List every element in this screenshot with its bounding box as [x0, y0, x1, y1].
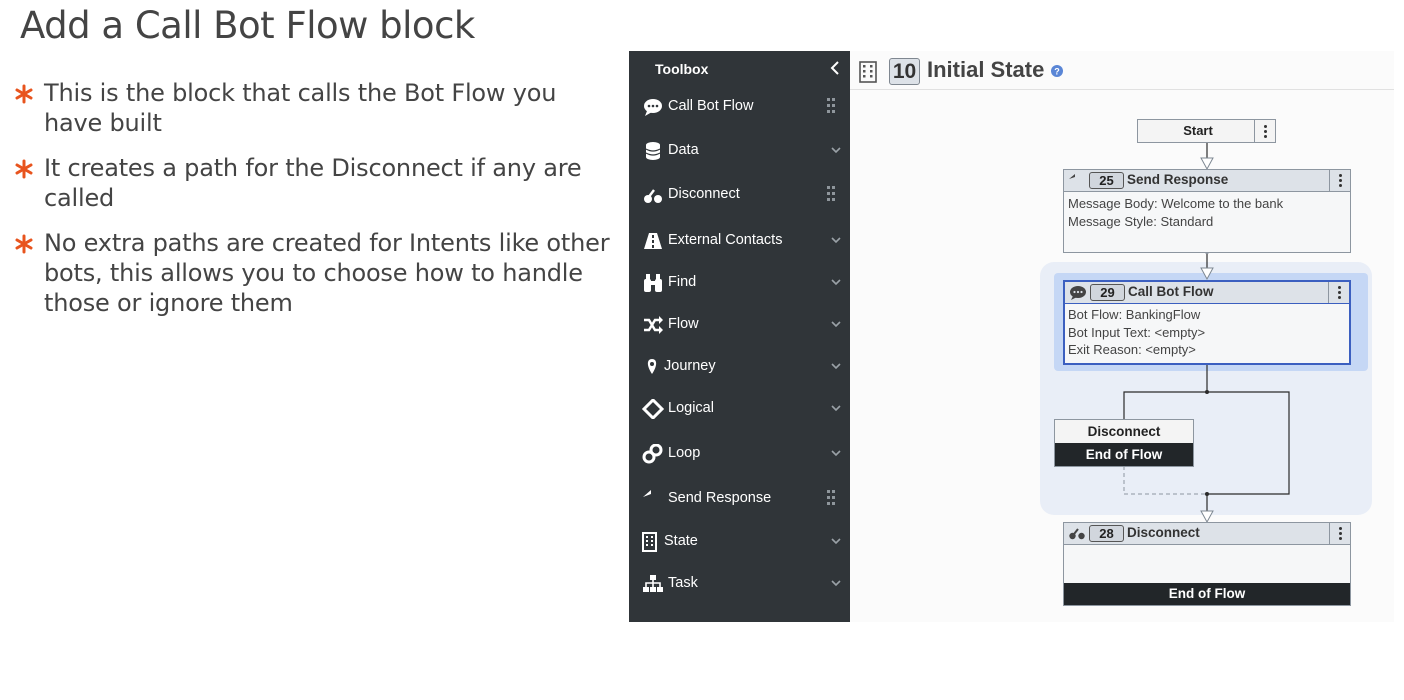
block-title: Call Bot Flow [1128, 284, 1214, 299]
binoculars-icon [644, 274, 662, 292]
chevron-left-icon[interactable] [828, 59, 842, 77]
road-icon [644, 233, 662, 249]
toolbox-item-task[interactable]: Task [629, 564, 850, 604]
link-icon [642, 444, 663, 464]
chat-bubble-icon [1070, 286, 1086, 300]
detail-line: Bot Input Text: <empty> [1068, 324, 1206, 340]
drag-handle-icon [827, 619, 835, 622]
chevron-down-icon[interactable] [830, 403, 842, 413]
chevron-down-icon[interactable] [830, 536, 842, 546]
call-bot-flow-block[interactable]: 29 Call Bot Flow Bot Flow: BankingFlow B… [1063, 280, 1351, 365]
toolbox-item-label: Data [668, 142, 699, 158]
toolbox-item-disconnect[interactable]: Disconnect [629, 175, 850, 215]
toolbox-item-data[interactable]: Data [629, 131, 850, 171]
diamond-icon [642, 399, 664, 419]
shuffle-icon [644, 316, 663, 334]
drag-handle-icon[interactable] [827, 98, 835, 114]
toolbox-item-label: Disconnect [668, 186, 740, 202]
detail-line: Message Body: Welcome to the bank [1068, 196, 1284, 211]
reply-icon [643, 490, 651, 497]
kebab-menu-icon[interactable] [1254, 120, 1275, 142]
chevron-down-icon[interactable] [830, 235, 842, 245]
toolbox-item-journey[interactable]: Journey [629, 347, 850, 387]
path-label: Disconnect [1087, 424, 1161, 439]
start-label: Start [1183, 123, 1213, 138]
toolbox-item-label: Task [668, 575, 698, 591]
disconnect-icon [1069, 528, 1085, 540]
detail-line: Message Style: Standard [1068, 213, 1214, 229]
bullet-item: It creates a path for the Disconnect if … [14, 153, 614, 213]
toolbox-item-external-contacts[interactable]: External Contacts [629, 221, 850, 261]
toolbox-header: Toolbox [629, 51, 850, 87]
arrow-icon [642, 618, 664, 622]
detail-line: Bot Flow: BankingFlow [1068, 307, 1201, 322]
disconnect-path[interactable]: Disconnect End of Flow [1054, 419, 1194, 467]
bullet-item: This is the block that calls the Bot Flo… [14, 78, 614, 138]
drag-handle-icon[interactable] [827, 186, 835, 202]
detail-line: Exit Reason: <empty> [1068, 342, 1196, 357]
disconnect-icon [644, 189, 662, 203]
kebab-menu-icon[interactable] [1329, 523, 1350, 544]
chevron-down-icon[interactable] [830, 145, 842, 155]
kebab-menu-icon[interactable] [1329, 170, 1350, 191]
block-header: 28 Disconnect [1064, 523, 1350, 545]
kebab-menu-icon[interactable] [1328, 282, 1349, 303]
block-number-badge: 29 [1090, 284, 1125, 301]
bullet-text: It creates a path for the Disconnect if … [44, 154, 582, 212]
block-number-badge: 28 [1089, 525, 1124, 542]
toolbox-title: Toolbox [655, 61, 709, 77]
bullet-text: No extra paths are created for Intents l… [44, 229, 610, 317]
toolbox-item-label: Loop [668, 445, 701, 461]
toolbox-panel: Toolbox Call Bot Flow Data Disconnect Ex… [629, 51, 850, 622]
toolbox-item-label: Find [668, 274, 697, 290]
reply-icon [1069, 174, 1075, 179]
drag-handle-icon[interactable] [827, 490, 835, 506]
block-number-badge: 25 [1089, 172, 1124, 189]
bullet-text: This is the block that calls the Bot Flo… [44, 79, 557, 137]
chevron-down-icon[interactable] [830, 578, 842, 588]
end-of-flow-bar: End of Flow [1064, 583, 1350, 605]
toolbox-item-flow[interactable]: Flow [629, 305, 850, 345]
toolbox-item-find[interactable]: Find [629, 263, 850, 303]
asterisk-bullet-icon [15, 159, 33, 179]
chevron-down-icon[interactable] [830, 448, 842, 458]
toolbox-item-send-response[interactable]: Send Response [629, 479, 850, 519]
chevron-down-icon[interactable] [830, 361, 842, 371]
toolbox-item-label: Logical [668, 400, 714, 416]
toolbox-item-label: Send Response [668, 490, 772, 506]
chat-bubble-icon [644, 99, 662, 116]
block-title: Send Response [1127, 172, 1229, 187]
database-icon [645, 142, 661, 160]
block-details: Message Body: Welcome to the bank Messag… [1068, 195, 1283, 230]
flow-canvas[interactable]: 10 Initial State ? Start 25 Send Respons… [850, 51, 1394, 622]
block-title: Disconnect [1127, 525, 1200, 540]
toolbox-item-logical[interactable]: Logical [629, 389, 850, 429]
toolbox-item-label: Call Bot Flow [668, 98, 754, 114]
block-header: 29 Call Bot Flow [1065, 282, 1349, 304]
sitemap-icon [643, 575, 663, 592]
send-response-block[interactable]: 25 Send Response Message Body: Welcome t… [1063, 169, 1351, 253]
chevron-down-icon[interactable] [830, 277, 842, 287]
asterisk-bullet-icon [15, 234, 33, 254]
start-node[interactable]: Start [1137, 119, 1276, 143]
architect-screenshot: Toolbox Call Bot Flow Data Disconnect Ex… [629, 51, 1394, 622]
asterisk-bullet-icon [15, 84, 33, 104]
building-icon [642, 532, 657, 552]
toolbox-item-label: External Contacts [668, 232, 783, 248]
toolbox-item-loop[interactable]: Loop [629, 434, 850, 474]
bullet-list: This is the block that calls the Bot Flo… [14, 78, 614, 333]
block-header: 25 Send Response [1064, 170, 1350, 192]
block-details: Bot Flow: BankingFlow Bot Input Text: <e… [1068, 306, 1205, 359]
disconnect-block[interactable]: 28 Disconnect End of Flow [1063, 522, 1351, 606]
toolbox-item-state[interactable]: State [629, 522, 850, 562]
slide-title: Add a Call Bot Flow block [20, 4, 475, 47]
toolbox-item-label: Journey [664, 358, 716, 374]
toolbox-item-call-bot-flow[interactable]: Call Bot Flow [629, 87, 850, 127]
bullet-item: No extra paths are created for Intents l… [14, 228, 614, 318]
chevron-down-icon[interactable] [830, 319, 842, 329]
toolbox-item-label: State [664, 533, 698, 549]
toolbox-item-label: Flow [668, 316, 699, 332]
end-of-flow-bar: End of Flow [1055, 443, 1193, 466]
toolbox-item-cut-off [629, 608, 850, 622]
